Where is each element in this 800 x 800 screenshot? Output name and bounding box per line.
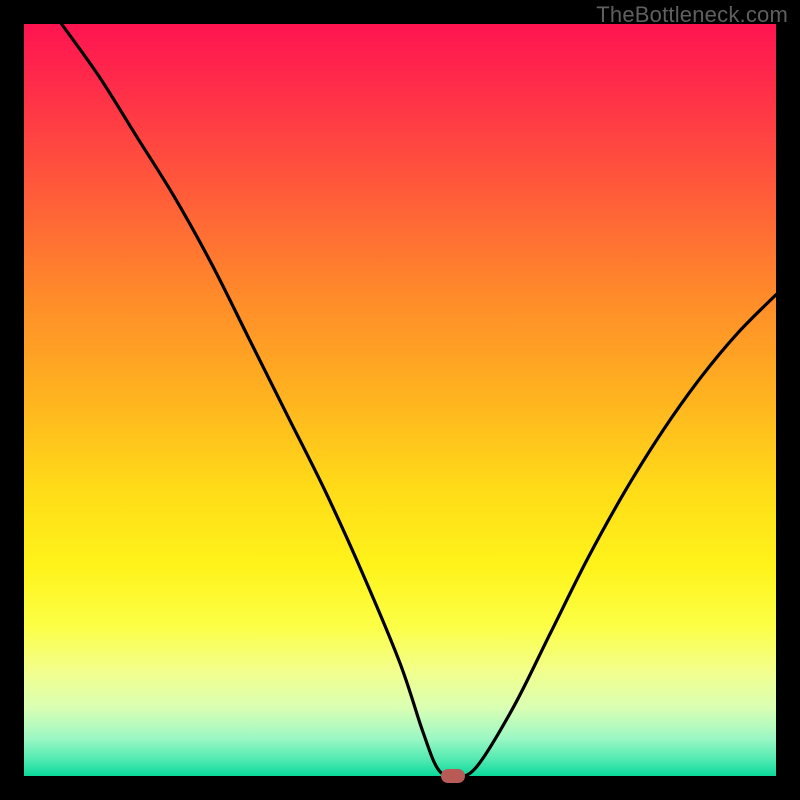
bottleneck-curve [24, 24, 776, 776]
plot-area [24, 24, 776, 776]
minimum-marker-icon [441, 769, 465, 783]
chart-frame: TheBottleneck.com [0, 0, 800, 800]
watermark-label: TheBottleneck.com [596, 2, 788, 28]
